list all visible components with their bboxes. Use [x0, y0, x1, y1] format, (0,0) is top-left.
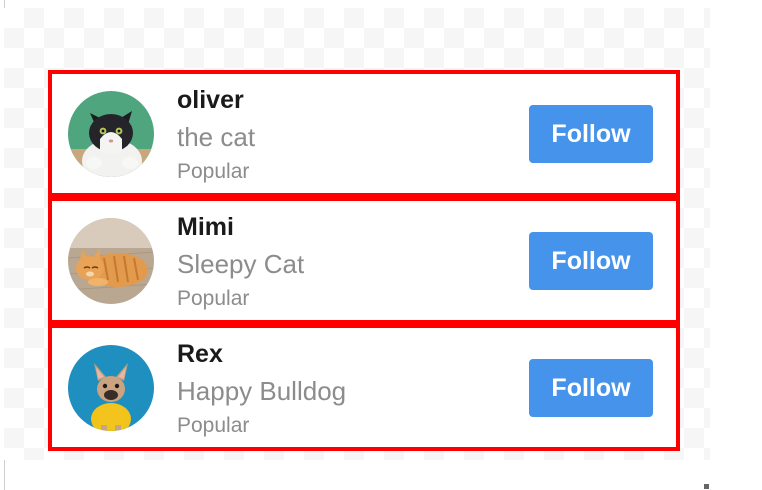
resize-handle-icon[interactable] [704, 484, 709, 489]
avatar[interactable] [68, 91, 154, 177]
french-bulldog-photo-icon [68, 345, 154, 431]
avatar[interactable] [68, 218, 154, 304]
follow-button[interactable]: Follow [529, 359, 653, 417]
avatar[interactable] [68, 345, 154, 431]
profile-name: oliver [177, 86, 244, 114]
profile-card-oliver: oliver the cat Popular Follow [48, 70, 680, 197]
follow-button[interactable]: Follow [529, 232, 653, 290]
profile-tagline: Happy Bulldog [177, 376, 347, 406]
profile-card-rex: Rex Happy Bulldog Popular Follow [48, 324, 680, 451]
popular-badge: Popular [177, 414, 250, 437]
popular-badge: Popular [177, 160, 250, 183]
black-white-cat-photo-icon [68, 91, 154, 177]
profile-card-mimi: Mimi Sleepy Cat Popular Follow [48, 197, 680, 324]
profile-name: Mimi [177, 213, 234, 241]
profile-tagline: Sleepy Cat [177, 249, 305, 279]
popular-badge: Popular [177, 287, 250, 310]
orange-tabby-cat-photo-icon [68, 218, 154, 304]
follow-button[interactable]: Follow [529, 105, 653, 163]
profile-name: Rex [177, 340, 223, 368]
profile-list: oliver the cat Popular Follow Mimi Sleep… [48, 70, 680, 451]
profile-tagline: the cat [177, 122, 256, 152]
